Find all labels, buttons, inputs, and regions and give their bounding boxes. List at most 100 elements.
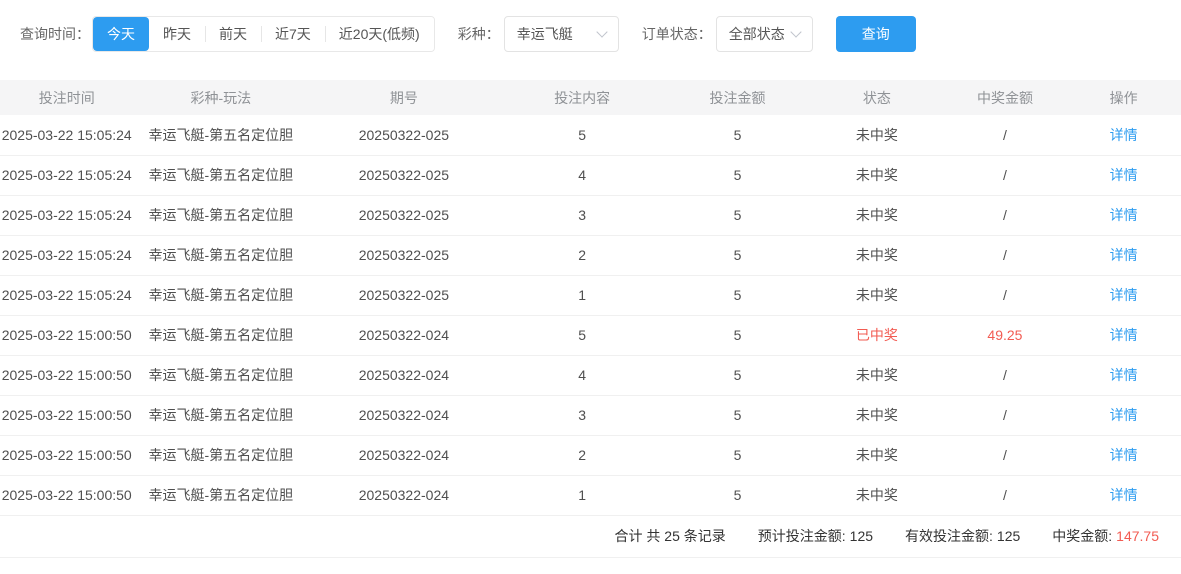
cell-status: 未中奖 xyxy=(810,195,944,236)
lottery-select-value: 幸运飞艇 xyxy=(516,26,573,42)
cell-issue: 20250322-025 xyxy=(308,195,500,236)
record-count: 合计 共 25 条记录 xyxy=(614,528,726,544)
chevron-down-icon xyxy=(596,26,608,38)
detail-link[interactable]: 详情 xyxy=(1110,367,1138,383)
detail-link[interactable]: 详情 xyxy=(1110,247,1138,263)
table-row: 2025-03-22 15:00:50 幸运飞艇-第五名定位胆 20250322-0… xyxy=(0,315,1181,356)
column-header-play: 彩种-玩法 xyxy=(133,80,309,115)
column-header-prize: 中奖金额 xyxy=(943,80,1067,115)
cell-time: 2025-03-22 15:00:50 xyxy=(0,355,134,396)
cell-status: 已中奖 xyxy=(810,315,944,356)
time-option-0[interactable]: 今天 xyxy=(93,17,149,51)
column-header-operation: 操作 xyxy=(1066,80,1181,115)
cell-play: 幸运飞艇-第五名定位胆 xyxy=(133,195,309,236)
orders-table-body: 2025-03-22 15:05:24 幸运飞艇-第五名定位胆 20250322-0… xyxy=(0,115,1181,516)
detail-link[interactable]: 详情 xyxy=(1110,167,1138,183)
cell-content: 2 xyxy=(499,235,665,276)
cell-time: 2025-03-22 15:05:24 xyxy=(0,195,134,236)
cell-prize: / xyxy=(943,475,1067,516)
cell-status: 未中奖 xyxy=(810,435,944,476)
column-header-content: 投注内容 xyxy=(499,80,665,115)
detail-link[interactable]: 详情 xyxy=(1110,407,1138,423)
cell-amount: 5 xyxy=(664,155,811,196)
cell-time: 2025-03-22 15:05:24 xyxy=(0,115,134,156)
time-option-2[interactable]: 前天 xyxy=(205,17,261,51)
cell-prize: / xyxy=(943,395,1067,436)
order-status-value: 全部状态 xyxy=(728,26,785,42)
table-row: 2025-03-22 15:05:24 幸运飞艇-第五名定位胆 20250322-0… xyxy=(0,275,1181,316)
cell-prize: / xyxy=(943,195,1067,236)
cell-prize: / xyxy=(943,115,1067,156)
lottery-filter-label: 彩种： xyxy=(457,26,500,42)
cell-issue: 20250322-025 xyxy=(308,115,500,156)
order-status-select[interactable]: 全部状态 xyxy=(715,16,813,52)
cell-issue: 20250322-024 xyxy=(308,315,500,356)
table-row: 2025-03-22 15:05:24 幸运飞艇-第五名定位胆 20250322-0… xyxy=(0,155,1181,196)
table-header: 投注时间 彩种-玩法 期号 投注内容 投注金额 状态 中奖金额 操作 xyxy=(0,80,1181,115)
cell-action: 详情 xyxy=(1066,115,1181,156)
cell-time: 2025-03-22 15:05:24 xyxy=(0,155,134,196)
cell-prize: / xyxy=(943,435,1067,476)
time-range-group: 今天 昨天 前天 近7天 近20天(低频) xyxy=(92,16,435,52)
cell-amount: 5 xyxy=(664,235,811,276)
summary-bar: 合计 共 25 条记录 预计投注金额: 125 有效投注金额: 125 中奖金额: 1… xyxy=(0,516,1181,558)
detail-link[interactable]: 详情 xyxy=(1110,127,1138,143)
cell-time: 2025-03-22 15:00:50 xyxy=(0,435,134,476)
cell-prize: / xyxy=(943,355,1067,396)
table-row: 2025-03-22 15:00:50 幸运飞艇-第五名定位胆 20250322-0… xyxy=(0,435,1181,476)
cell-content: 3 xyxy=(499,195,665,236)
cell-amount: 5 xyxy=(664,435,811,476)
cell-amount: 5 xyxy=(664,395,811,436)
detail-link[interactable]: 详情 xyxy=(1110,287,1138,303)
cell-content: 5 xyxy=(499,115,665,156)
cell-prize: / xyxy=(943,275,1067,316)
cell-status: 未中奖 xyxy=(810,355,944,396)
cell-prize: / xyxy=(943,235,1067,276)
time-option-4[interactable]: 近20天(低频) xyxy=(324,17,434,51)
cell-status: 未中奖 xyxy=(810,155,944,196)
time-option-3[interactable]: 近7天 xyxy=(261,17,325,51)
table-row: 2025-03-22 15:05:24 幸运飞艇-第五名定位胆 20250322-0… xyxy=(0,195,1181,236)
cell-amount: 5 xyxy=(664,115,811,156)
chevron-down-icon xyxy=(790,26,802,38)
order-status-label: 订单状态： xyxy=(641,26,712,42)
cell-status: 未中奖 xyxy=(810,115,944,156)
cell-play: 幸运飞艇-第五名定位胆 xyxy=(133,395,309,436)
detail-link[interactable]: 详情 xyxy=(1110,487,1138,503)
time-option-1[interactable]: 昨天 xyxy=(149,17,205,51)
cell-content: 4 xyxy=(499,155,665,196)
cell-play: 幸运飞艇-第五名定位胆 xyxy=(133,355,309,396)
cell-action: 详情 xyxy=(1066,355,1181,396)
detail-link[interactable]: 详情 xyxy=(1110,327,1138,343)
cell-time: 2025-03-22 15:05:24 xyxy=(0,275,134,316)
cell-play: 幸运飞艇-第五名定位胆 xyxy=(133,155,309,196)
cell-play: 幸运飞艇-第五名定位胆 xyxy=(133,475,309,516)
filter-bar: 查询时间： 今天 昨天 前天 近7天 近20天(低频) 彩种： 幸运飞艇 订单状态： 全… xyxy=(20,16,1181,52)
cell-time: 2025-03-22 15:00:50 xyxy=(0,475,134,516)
cell-issue: 20250322-024 xyxy=(308,475,500,516)
orders-table: 投注时间 彩种-玩法 期号 投注内容 投注金额 状态 中奖金额 操作 2025-… xyxy=(0,80,1181,516)
cell-content: 2 xyxy=(499,435,665,476)
cell-issue: 20250322-024 xyxy=(308,395,500,436)
cell-action: 详情 xyxy=(1066,275,1181,316)
cell-play: 幸运飞艇-第五名定位胆 xyxy=(133,435,309,476)
column-header-status: 状态 xyxy=(810,80,944,115)
cell-amount: 5 xyxy=(664,275,811,316)
detail-link[interactable]: 详情 xyxy=(1110,207,1138,223)
lottery-select[interactable]: 幸运飞艇 xyxy=(503,16,619,52)
detail-link[interactable]: 详情 xyxy=(1110,447,1138,463)
cell-play: 幸运飞艇-第五名定位胆 xyxy=(133,235,309,276)
table-row: 2025-03-22 15:05:24 幸运飞艇-第五名定位胆 20250322-0… xyxy=(0,235,1181,276)
cell-issue: 20250322-024 xyxy=(308,355,500,396)
cell-issue: 20250322-024 xyxy=(308,435,500,476)
column-header-amount: 投注金额 xyxy=(664,80,811,115)
query-button[interactable]: 查询 xyxy=(835,16,916,52)
cell-play: 幸运飞艇-第五名定位胆 xyxy=(133,275,309,316)
column-header-bet-time: 投注时间 xyxy=(0,80,134,115)
valid-bet-total: 有效投注金额: 125 xyxy=(905,528,1021,544)
cell-action: 详情 xyxy=(1066,155,1181,196)
cell-action: 详情 xyxy=(1066,475,1181,516)
cell-content: 1 xyxy=(499,475,665,516)
cell-action: 详情 xyxy=(1066,195,1181,236)
table-row: 2025-03-22 15:00:50 幸运飞艇-第五名定位胆 20250322-0… xyxy=(0,395,1181,436)
